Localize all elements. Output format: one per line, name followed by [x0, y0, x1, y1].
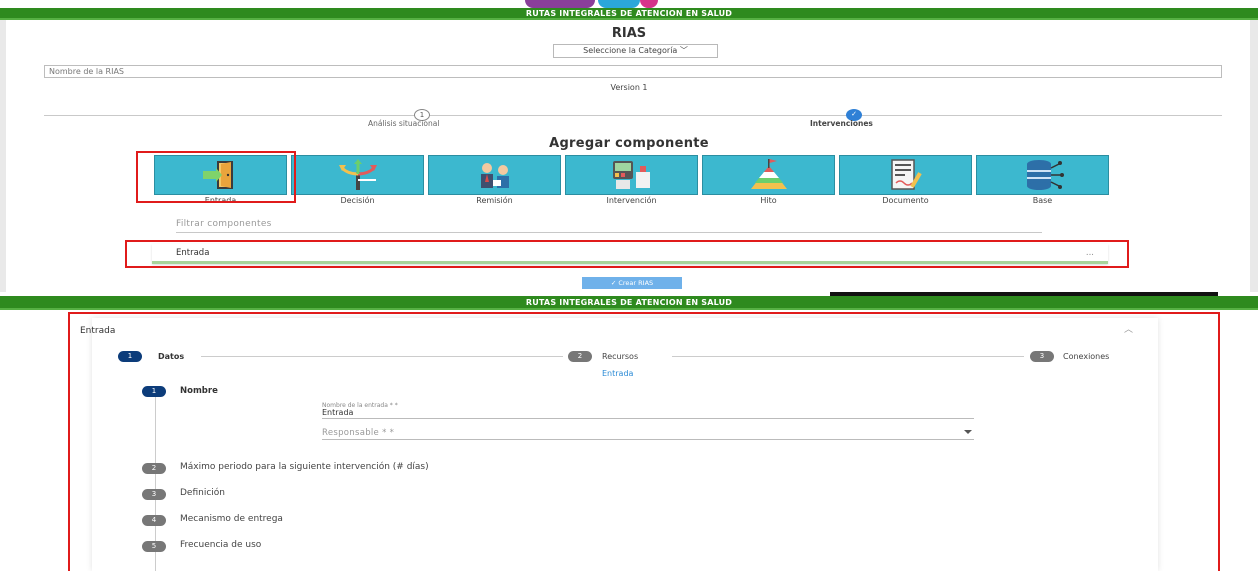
component-label: Remisión: [476, 196, 513, 205]
version-label: Version 1: [610, 83, 648, 92]
people-referral-icon: [480, 163, 509, 188]
screenshot-root: RUTAS INTEGRALES DE ATENCION EN SALUD RI…: [0, 0, 1258, 571]
component-label: Decisión: [340, 196, 375, 205]
frame-left: [0, 20, 6, 292]
logo-shape: [640, 0, 658, 8]
highlight-detail-panel: [68, 312, 1220, 571]
component-label: Documento: [882, 196, 929, 205]
app-banner: RUTAS INTEGRALES DE ATENCION EN SALUD: [0, 8, 1258, 20]
component-label: Base: [1032, 196, 1053, 205]
component-label: Hito: [760, 196, 777, 205]
logo-shape: [525, 0, 595, 8]
database-icon: [1026, 160, 1064, 190]
component-tile-hito[interactable]: [702, 155, 835, 195]
step-1-label: Análisis situacional: [368, 119, 440, 128]
logo-shape: [598, 0, 640, 8]
component-label: Intervención: [606, 196, 657, 205]
highlight-entrada-tile: [136, 151, 296, 203]
stepper-line: [44, 115, 1222, 116]
component-tile-remision[interactable]: [428, 155, 561, 195]
category-select[interactable]: Seleccione la Categoría ﹀: [553, 44, 718, 58]
component-tile-intervencion[interactable]: [565, 155, 698, 195]
arrows-split-icon: [338, 159, 377, 190]
document-sign-icon: [890, 159, 922, 190]
app-banner: RUTAS INTEGRALES DE ATENCION EN SALUD: [0, 296, 1258, 310]
filter-components-input[interactable]: Filtrar componentes: [176, 219, 1042, 233]
component-tile-base[interactable]: [976, 155, 1109, 195]
chevron-down-icon: ﹀: [679, 46, 688, 55]
frame-right: [1250, 20, 1258, 292]
step-2-label: Intervenciones: [810, 119, 873, 128]
add-component-title: Agregar componente: [549, 136, 709, 151]
medical-equipment-icon: [612, 161, 650, 189]
component-tile-documento[interactable]: [839, 155, 972, 195]
pyramid-flag-icon: [750, 159, 787, 189]
page-title: RIAS: [611, 26, 647, 41]
logo-strip: [0, 0, 1258, 8]
create-rias-button[interactable]: ✓ Crear RIAS: [582, 277, 682, 289]
rias-name-input[interactable]: Nombre de la RIAS: [44, 65, 1222, 78]
highlight-entrada-row: [125, 240, 1129, 268]
component-tile-decision[interactable]: [291, 155, 424, 195]
category-select-label: Seleccione la Categoría: [583, 46, 678, 55]
